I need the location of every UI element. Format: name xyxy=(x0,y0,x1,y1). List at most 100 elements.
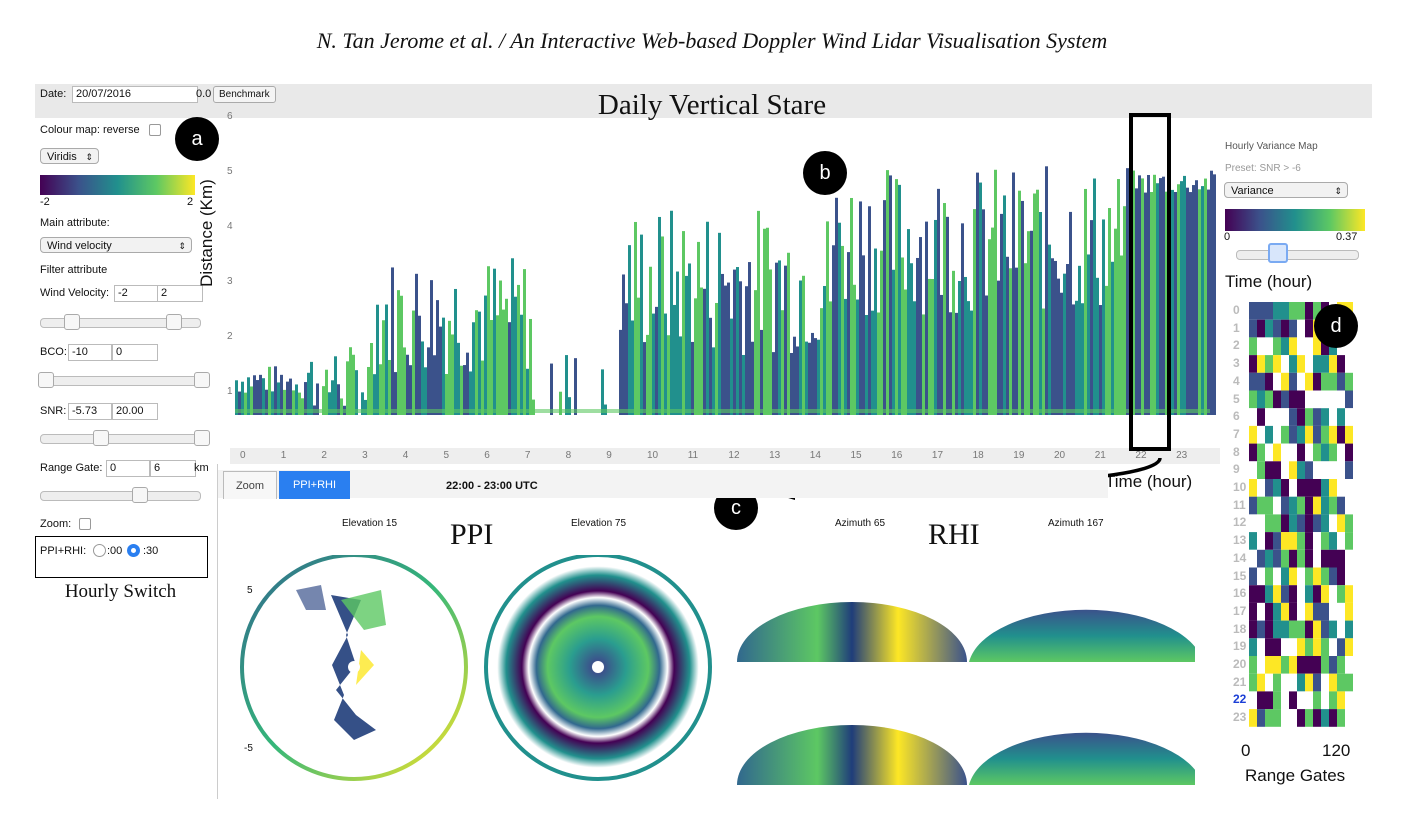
variance-cell xyxy=(1297,567,1305,586)
main-attribute-select[interactable]: Wind velocity xyxy=(40,237,192,254)
colormap-select[interactable]: Viridis xyxy=(40,148,99,165)
heatmap-column xyxy=(1015,267,1018,415)
range-gate-slider[interactable] xyxy=(40,491,201,501)
variance-cell xyxy=(1345,585,1353,603)
wind-velocity-min-input[interactable]: -2 xyxy=(114,285,158,302)
variance-cell xyxy=(1305,585,1313,603)
variance-cell xyxy=(1329,549,1337,568)
heatmap-column xyxy=(1090,220,1093,415)
tab-ppi-rhi[interactable]: PPI+RHI xyxy=(279,471,350,499)
radio-00[interactable] xyxy=(93,544,106,557)
hour-label[interactable]: 5 xyxy=(1233,392,1240,406)
heatmap-column xyxy=(367,366,370,415)
variance-cell xyxy=(1345,443,1353,462)
heatmap-column xyxy=(493,268,496,415)
variance-cell xyxy=(1281,585,1289,603)
tab-zoom[interactable]: Zoom xyxy=(223,471,277,499)
bco-max-handle[interactable] xyxy=(194,372,210,388)
bco-min-handle[interactable] xyxy=(38,372,54,388)
hour-label[interactable]: 7 xyxy=(1233,427,1240,441)
hour-label[interactable]: 21 xyxy=(1233,675,1246,689)
snr-min-input[interactable]: -5.73 xyxy=(68,403,112,420)
x-tick: 9 xyxy=(606,450,612,461)
heatmap-column xyxy=(706,221,709,415)
hour-label[interactable]: 8 xyxy=(1233,445,1240,459)
wind-velocity-max-handle[interactable] xyxy=(166,314,182,330)
range-gate-max-input[interactable]: 6 xyxy=(150,460,196,477)
hour-label[interactable]: 16 xyxy=(1233,586,1246,600)
radio-30[interactable] xyxy=(127,544,140,557)
heatmap-column xyxy=(490,319,493,415)
hour-label[interactable]: 1 xyxy=(1233,321,1240,335)
hour-label[interactable]: 2 xyxy=(1233,338,1240,352)
hour-label[interactable]: 10 xyxy=(1233,480,1246,494)
hour-label[interactable]: 17 xyxy=(1233,604,1246,618)
heatmap-column xyxy=(958,280,961,415)
snr-min-handle[interactable] xyxy=(93,430,109,446)
azimuth-167-label: Azimuth 167 xyxy=(1048,518,1104,529)
snr-max-handle[interactable] xyxy=(194,430,210,446)
variance-cell xyxy=(1313,567,1321,586)
snr-slider[interactable] xyxy=(40,434,208,444)
variance-cell xyxy=(1249,443,1257,462)
variance-cell xyxy=(1265,372,1273,391)
heatmap-column xyxy=(376,304,379,415)
hour-label[interactable]: 13 xyxy=(1233,533,1246,547)
variance-cell xyxy=(1329,638,1337,656)
heatmap-column xyxy=(811,332,814,415)
heatmap-column xyxy=(439,326,442,415)
variance-cell xyxy=(1249,709,1257,727)
hour-label[interactable]: 22 xyxy=(1233,692,1246,706)
zoom-checkbox[interactable] xyxy=(79,518,91,530)
variance-cell xyxy=(1337,709,1345,727)
hour-label[interactable]: 20 xyxy=(1233,657,1246,671)
hour-label[interactable]: 19 xyxy=(1233,639,1246,653)
range-gate-handle[interactable] xyxy=(132,487,148,503)
bco-min-input[interactable]: -10 xyxy=(68,344,112,361)
variance-cell xyxy=(1321,691,1329,710)
variance-slider-handle[interactable] xyxy=(1268,243,1288,263)
heatmap-column xyxy=(1207,189,1210,415)
bco-max-input[interactable]: 0 xyxy=(112,344,158,361)
paper-title: N. Tan Jerome et al. / An Interactive We… xyxy=(316,28,1108,53)
heatmap-column xyxy=(682,231,685,415)
hour-label[interactable]: 18 xyxy=(1233,622,1246,636)
heatmap-column xyxy=(814,338,817,415)
heatmap-column xyxy=(991,227,994,415)
variance-cell xyxy=(1289,496,1297,515)
heatmap-column xyxy=(742,354,745,415)
heatmap-column xyxy=(517,284,520,415)
snr-max-input[interactable]: 20.00 xyxy=(112,403,158,420)
hour-label[interactable]: 15 xyxy=(1233,569,1246,583)
wind-velocity-min-handle[interactable] xyxy=(64,314,80,330)
range-gates-min: 0 xyxy=(1241,741,1251,760)
hour-label[interactable]: 3 xyxy=(1233,356,1240,370)
hour-label[interactable]: 4 xyxy=(1233,374,1240,388)
hour-label[interactable]: 9 xyxy=(1233,462,1240,476)
hour-label[interactable]: 14 xyxy=(1233,551,1246,565)
heatmap-column xyxy=(922,314,925,415)
hour-label[interactable]: 23 xyxy=(1233,710,1246,724)
reverse-checkbox[interactable] xyxy=(149,124,161,136)
variance-slider[interactable] xyxy=(1236,250,1359,260)
variance-select[interactable]: Variance xyxy=(1224,182,1348,199)
selected-hour-highlight[interactable] xyxy=(1129,113,1171,451)
bco-slider[interactable] xyxy=(40,376,208,386)
hour-label[interactable]: 12 xyxy=(1233,515,1246,529)
elevation-15-label: Elevation 15 xyxy=(342,518,398,529)
heatmap-column xyxy=(451,334,454,415)
heatmap-column xyxy=(880,250,883,415)
variance-cell xyxy=(1321,532,1329,550)
heatmap-column xyxy=(793,336,796,415)
heatmap-column xyxy=(664,313,667,415)
hour-label[interactable]: 6 xyxy=(1233,409,1240,423)
variance-cell xyxy=(1345,408,1353,426)
hour-label[interactable]: 0 xyxy=(1233,303,1240,317)
variance-cell xyxy=(1345,709,1353,727)
variance-cell xyxy=(1289,532,1297,550)
heatmap-column xyxy=(640,234,643,415)
hour-label[interactable]: 11 xyxy=(1233,498,1246,512)
heatmap-column xyxy=(1006,256,1009,415)
range-gate-min-input[interactable]: 0 xyxy=(106,460,150,477)
heatmap-column xyxy=(379,364,382,415)
